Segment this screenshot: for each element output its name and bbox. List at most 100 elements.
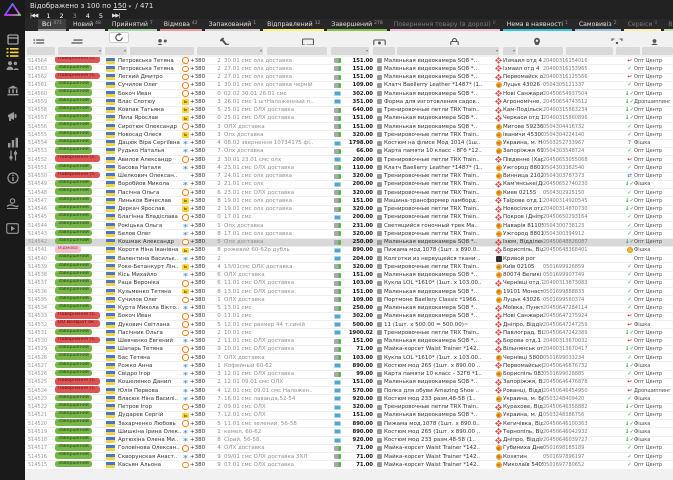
order-row[interactable]: 514527 Завершений Рожко Анна *+380 1Кофейный…	[25, 361, 673, 371]
status-badge[interactable]: Завершений	[55, 394, 92, 402]
order-row[interactable]: 514524 Повернення (з.. Юлія Первова *+380 41…	[25, 386, 673, 396]
status-badge[interactable]: Завершений	[55, 279, 92, 286]
order-row[interactable]: 514542 Завершений Кошмак Александр +380 5 Олх…	[25, 237, 673, 247]
order-row[interactable]: 514547 Завершений Линьков Вячеслав lc +380 8 1…	[25, 196, 673, 206]
filter-city[interactable]	[518, 46, 563, 55]
video-icon[interactable]	[0, 223, 25, 234]
status-badge[interactable]: Завершений	[55, 460, 92, 468]
filter-manager[interactable]	[642, 46, 673, 55]
status-badge[interactable]: Завершений	[55, 254, 92, 261]
order-row[interactable]: 514517 Завершений Головінова Олексан.. +380…	[25, 444, 673, 453]
order-row[interactable]: 514525 Повернення (з.. Кошеленко Данил *+38…	[25, 378, 673, 387]
order-row[interactable]: 514556 Завершений Сиротюк Олександр +380 3 ОЛ…	[25, 122, 673, 132]
order-row[interactable]: 514552 Повернення (з.. Авилов Александр +38…	[25, 155, 673, 165]
order-row[interactable]: 514519 Завершений Шишкіна Ірина Олек..*+38…	[25, 427, 673, 437]
order-row[interactable]: 514532 DO Возврат ок.. Дукович Світлана +38…	[25, 320, 673, 330]
status-badge[interactable]: Завершений	[55, 147, 92, 154]
order-row[interactable]: 514529 Завершений Шапарь Тетяна +380 9 10.01 …	[25, 345, 673, 354]
page-size-select[interactable]: 150	[113, 2, 126, 10]
status-tab[interactable]: Повернення товару (в дорозі) 0	[389, 19, 500, 31]
status-badge[interactable]: Завершений	[55, 452, 92, 459]
order-row[interactable]: 514560 Завершений Бокоч Иван +380 0 02.02 30.…	[25, 89, 673, 99]
order-row[interactable]: 514543 Завершений Белов Олег *+380 817.01 см…	[25, 229, 673, 239]
status-badge[interactable]: Завершений	[55, 419, 92, 426]
order-row[interactable]: 514523 Завершений Власюк Ніна Василі.. *+38…	[25, 394, 673, 404]
filter-comment[interactable]	[267, 46, 327, 55]
status-badge[interactable]: Завершений	[55, 427, 92, 435]
status-tab[interactable]: В дорозі додому0	[664, 19, 673, 31]
status-badge[interactable]: Повернення (з..	[55, 336, 100, 344]
status-badge[interactable]: Повернення (з..	[55, 57, 100, 63]
status-tab[interactable]: Новий 48	[68, 19, 105, 31]
status-badge[interactable]: Завершений	[55, 180, 92, 187]
filter-tracking[interactable]	[566, 46, 613, 55]
sliders-icon[interactable]	[0, 150, 25, 161]
order-row[interactable]: 514553 Завершений Рудько Наталья *+380 7Олх …	[25, 147, 673, 156]
apps-icon[interactable]	[0, 34, 25, 45]
order-row[interactable]: 514541 Відмова Коротя Ніна Іванівна lc +380 8…	[25, 246, 673, 255]
status-badge[interactable]: Завершений	[55, 353, 92, 360]
order-row[interactable]: 514551 Завершений Басова Наталя *+380 423.01…	[25, 163, 673, 173]
status-badge[interactable]: Завершений	[55, 213, 92, 220]
status-badge[interactable]: Завершений	[55, 270, 92, 278]
filter-status[interactable]: ▾	[58, 46, 102, 55]
status-tab[interactable]: Самовивіз 2	[574, 19, 621, 31]
order-row[interactable]: 514535 Завершений Сучилов Олег +380 1 ОЛХ дос…	[25, 295, 673, 305]
filter-order-id[interactable]	[27, 46, 55, 55]
order-row[interactable]: 514515 Завершений Касьян Альона +380 9 07.01 …	[25, 460, 673, 470]
status-badge[interactable]: Відмова	[55, 246, 81, 253]
order-row[interactable]: 514546 Завершений Деркач Ярослав lc +380 2 19.…	[25, 204, 673, 214]
order-row[interactable]: 514528 Завершений Бас Тетяна +380 7 ОЛХ доста…	[25, 353, 673, 363]
order-row[interactable]: 514540 Завершений Валентина Васильє.. *+380…	[25, 254, 673, 264]
filter-phone[interactable]: ▾	[197, 46, 263, 55]
status-tab[interactable]: Прийнятий 7	[107, 19, 157, 31]
info-icon[interactable]	[0, 172, 25, 184]
status-badge[interactable]: Завершений	[55, 229, 92, 237]
status-badge[interactable]: Завершений	[55, 130, 92, 138]
status-badge[interactable]: Завершений	[55, 287, 92, 294]
filter-track-status[interactable]	[616, 46, 640, 55]
order-row[interactable]: 514549 Завершений Воробйов Микола *+380 221.…	[25, 180, 673, 189]
order-row[interactable]: 514550 Повернення (з.. Шелкович Олексан.. +…	[25, 171, 673, 181]
filter-price[interactable]	[373, 46, 395, 55]
status-badge[interactable]: Завершений	[55, 64, 92, 72]
status-badge[interactable]: Завершений	[55, 328, 92, 336]
filter-product[interactable]: ▾	[397, 46, 499, 55]
status-badge[interactable]: Завершений	[55, 303, 92, 311]
order-row[interactable]: 514516 Завершений Скворунская Анаст.. *+380…	[25, 452, 673, 462]
status-badge[interactable]: Завершений	[55, 138, 92, 146]
order-row[interactable]: 514562 Повернення (з.. Легкий Дмитро +380 2 2…	[25, 72, 673, 82]
status-badge[interactable]: Завершений	[55, 89, 92, 96]
clients-icon[interactable]	[0, 60, 25, 71]
megaphone-icon[interactable]	[0, 111, 25, 122]
order-row[interactable]: 514563 Завершений Петровська Тетяна +380 2 27…	[25, 64, 673, 74]
status-badge[interactable]: Завершений	[55, 188, 92, 195]
status-badge[interactable]: Завершений	[55, 81, 92, 88]
order-row[interactable]: 514545 Завершений Благінна Владіслава +380 0…	[25, 213, 673, 222]
status-badge[interactable]: Завершений	[55, 105, 92, 113]
order-row[interactable]: 514539 Завершений Роке-Бетанкурт Лін.. lc +3…	[25, 262, 673, 272]
refresh-column-button[interactable]	[109, 32, 129, 43]
filter-client[interactable]	[130, 46, 194, 55]
order-row[interactable]: 514531 Завершений Пасічник Ольга +380 2 10.01…	[25, 328, 673, 338]
order-row[interactable]: 514537 Завершений Раца Вероніка +380 6 11.01 …	[25, 279, 673, 288]
order-row[interactable]: 514518 Завершений Артюхіна Олена Ми.. *+380…	[25, 435, 673, 445]
app-logo-icon[interactable]	[3, 1, 22, 20]
status-badge[interactable]: Завершений	[55, 196, 92, 204]
chart-icon[interactable]	[0, 137, 25, 148]
order-row[interactable]: 514521 Завершений Дударев Сергій lc +380 7 12.…	[25, 411, 673, 420]
status-badge[interactable]: Завершений	[55, 411, 92, 418]
hand-gift-icon[interactable]	[0, 198, 25, 209]
order-row[interactable]: 514561 Завершений Сучилов Олег +380 1 30.01 с…	[25, 81, 673, 90]
order-row[interactable]: 514555 Завершений Новосад Олеся lc +380 3 Олх …	[25, 130, 673, 140]
order-row[interactable]: 514536 Завершений Кузьменко Тетяна lc +380 8 1…	[25, 287, 673, 297]
status-badge[interactable]: Повернення (з..	[55, 72, 100, 80]
order-row[interactable]: 514548 Завершений Пасічна Ольга +380 6 23.01 …	[25, 188, 673, 198]
filter-courier[interactable]: ▾	[503, 46, 516, 55]
status-badge[interactable]: Повернення (з..	[55, 378, 100, 385]
status-badge[interactable]: Завершений	[55, 361, 92, 369]
filter-payment[interactable]: ▾	[331, 46, 369, 55]
order-row[interactable]: 514559 Завершений Влас Слотюу lc +380 3 26.01 …	[25, 97, 673, 107]
order-row[interactable]: 514558 Завершений Ковпак Татьяна lc +380 5 25.…	[25, 105, 673, 115]
status-tab[interactable]: Відправлений 12	[263, 19, 325, 31]
